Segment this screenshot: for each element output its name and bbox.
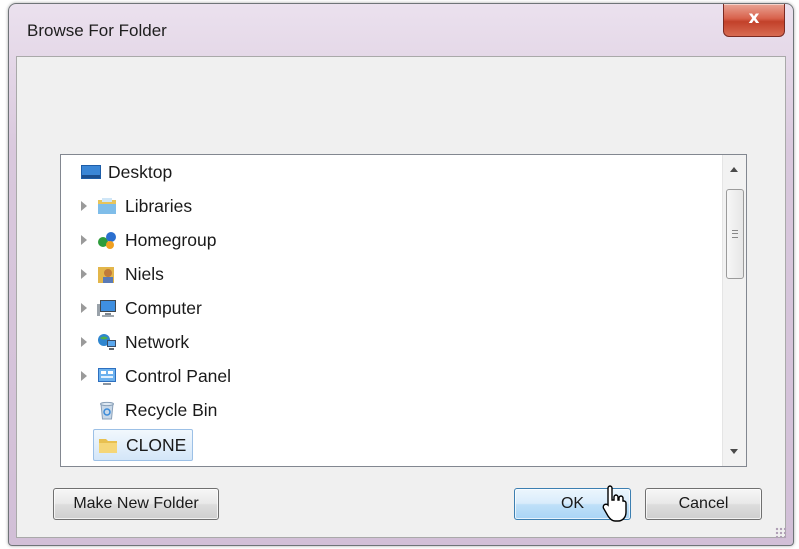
expand-arrow-icon[interactable]: [81, 303, 87, 313]
expand-arrow-icon[interactable]: [81, 235, 87, 245]
tree-item-label: Niels: [125, 263, 164, 284]
grip-icon: [732, 230, 738, 238]
make-new-folder-button[interactable]: Make New Folder: [53, 488, 219, 520]
tree-item-label: Recycle Bin: [125, 399, 218, 420]
expand-arrow-icon[interactable]: [81, 269, 87, 279]
tree-item-label: Homegroup: [125, 229, 217, 250]
dialog-title: Browse For Folder: [27, 21, 167, 40]
control-panel-icon: [97, 366, 117, 386]
vertical-scrollbar[interactable]: [722, 155, 746, 466]
scroll-down-icon[interactable]: [730, 449, 738, 454]
tree-item-network[interactable]: Network: [97, 329, 189, 355]
expand-arrow-icon[interactable]: [81, 201, 87, 211]
tree-item-computer[interactable]: Computer: [97, 295, 202, 321]
tree-item-control-panel[interactable]: Control Panel: [97, 363, 231, 389]
tree-item-label: Network: [125, 331, 190, 352]
close-button[interactable]: x: [723, 4, 785, 37]
recycle-bin-icon: [97, 400, 117, 420]
cancel-button[interactable]: Cancel: [645, 488, 762, 520]
tree-item-homegroup[interactable]: Homegroup: [97, 227, 216, 253]
tree-item-recycle-bin[interactable]: Recycle Bin: [97, 397, 217, 423]
desktop-icon: [80, 162, 101, 182]
tree-item-label: Desktop: [108, 161, 173, 182]
folder-tree: Desktop Libraries Homegroup Niels Comput…: [60, 154, 747, 467]
user-folder-icon: [97, 264, 117, 284]
scroll-thumb[interactable]: [726, 189, 744, 279]
expand-arrow-icon[interactable]: [81, 337, 87, 347]
tree-item-clone[interactable]: CLONE: [93, 429, 194, 461]
tree-item-label: Computer: [125, 297, 202, 318]
scroll-up-icon[interactable]: [730, 167, 738, 172]
tree-item-libraries[interactable]: Libraries: [97, 193, 192, 219]
network-icon: [97, 332, 117, 352]
resize-grip-icon[interactable]: [775, 527, 787, 539]
tree-item-niels[interactable]: Niels: [97, 261, 164, 287]
browse-for-folder-dialog: Browse For Folder x Desktop Libraries Ho…: [8, 3, 794, 546]
tree-item-label: Control Panel: [125, 365, 232, 386]
mouse-cursor-icon: [602, 484, 628, 529]
homegroup-icon: [97, 230, 117, 250]
tree-item-desktop[interactable]: Desktop: [80, 159, 172, 185]
tree-item-label: CLONE: [126, 434, 187, 455]
computer-icon: [97, 298, 117, 318]
tree-item-label: Libraries: [125, 195, 193, 216]
libraries-icon: [97, 196, 117, 216]
folder-icon: [98, 435, 118, 455]
dialog-client-area: Desktop Libraries Homegroup Niels Comput…: [16, 56, 786, 538]
expand-arrow-icon[interactable]: [81, 371, 87, 381]
